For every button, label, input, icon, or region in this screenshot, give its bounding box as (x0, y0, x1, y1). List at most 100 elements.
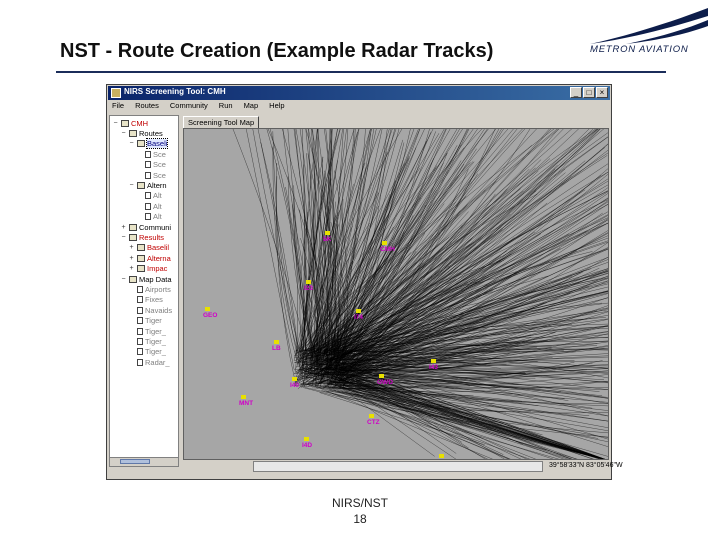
logo-wordmark: METRON AVIATION (590, 44, 689, 55)
airport-label[interactable]: I4D (302, 442, 312, 449)
airport-marker-icon (369, 414, 374, 418)
tree-item[interactable]: Alt (136, 212, 162, 222)
document-icon (145, 171, 151, 179)
tree-item[interactable]: Sce (136, 149, 166, 159)
airport-label[interactable]: I43 (429, 364, 438, 371)
tree-item[interactable]: + Baselil (128, 243, 169, 253)
tree-expander-icon[interactable]: − (120, 130, 127, 137)
menu-community[interactable]: Community (170, 101, 208, 113)
tree-expander-icon[interactable]: − (128, 182, 135, 189)
tree-item[interactable]: + Alterna (128, 253, 170, 263)
airport-marker-icon (431, 359, 436, 363)
airport-marker-icon (439, 454, 444, 458)
tree-item[interactable]: Fixes (128, 295, 163, 305)
airport-label[interactable]: 5K (323, 236, 331, 243)
folder-icon (137, 244, 145, 252)
tree-item-label: Tiger_ (145, 336, 166, 346)
tree-expander-icon[interactable]: + (128, 265, 135, 272)
airport-label[interactable]: OWD (377, 379, 393, 386)
airport-marker-icon (304, 437, 309, 441)
window-titlebar[interactable]: NIRS Screening Tool: CMH _ □ × (108, 86, 610, 100)
tree-item-label: CMH (131, 118, 149, 128)
tree-item[interactable]: Tiger_ (128, 326, 166, 336)
radar-tracks-layer (232, 129, 608, 459)
title-divider (56, 71, 666, 73)
folder-icon (129, 223, 137, 231)
airport-label[interactable]: I23 (304, 285, 313, 292)
airport-label[interactable]: CMH (380, 246, 395, 253)
document-icon (145, 150, 151, 158)
tree-item-label: Tiger_ (145, 347, 166, 357)
airport-label[interactable]: MNT (239, 400, 253, 407)
tree-expander-icon[interactable]: − (120, 276, 127, 283)
tree-item[interactable]: − Map Data (120, 274, 172, 284)
tree-item[interactable]: − Routes (120, 128, 162, 138)
document-icon (137, 337, 143, 345)
app-window: NIRS Screening Tool: CMH _ □ × File Rout… (106, 84, 623, 480)
tree-item[interactable]: Tiger (128, 316, 162, 326)
tree-expander-icon[interactable]: − (112, 120, 119, 127)
airport-label[interactable]: I40 (290, 382, 299, 389)
document-icon (145, 202, 151, 210)
project-tree: − CMH − Routes − Baseli Sce Sce Sce − Altern Alt Alt… (109, 115, 179, 467)
tree-item[interactable]: + Impac (128, 264, 167, 274)
tree-item[interactable]: Sce (136, 160, 166, 170)
tree-item[interactable]: + Communi (120, 222, 171, 232)
tree-item-label: Baselil (147, 243, 170, 253)
airport-marker-icon (306, 280, 311, 284)
tree-expander-icon[interactable]: + (120, 224, 127, 231)
tree-item-label: Sce (153, 160, 166, 170)
tree-item[interactable]: − Results (120, 232, 164, 242)
menu-run[interactable]: Run (219, 101, 233, 113)
radar-track-map[interactable]: 5KCMHI23GEOI74LBI43I40OWDMNTCTZI4DCMHLHQ… (183, 128, 609, 460)
tree-item[interactable]: − CMH (112, 118, 148, 128)
tree-item-label: Alt (153, 212, 162, 222)
window-controls: _ □ × (570, 87, 608, 98)
slide-title: NST - Route Creation (Example Radar Trac… (60, 40, 494, 62)
menu-help[interactable]: Help (269, 101, 284, 113)
tree-item[interactable]: − Altern (128, 180, 166, 190)
airport-label[interactable]: GEO (203, 312, 217, 319)
window-title: NIRS Screening Tool: CMH (124, 87, 226, 96)
close-button[interactable]: × (596, 87, 608, 98)
document-icon (137, 317, 143, 325)
footer-label: NIRS/NST (331, 496, 388, 510)
tree-item[interactable]: Alt (136, 191, 162, 201)
document-icon (145, 213, 151, 221)
airport-marker-icon (356, 309, 361, 313)
menu-map[interactable]: Map (244, 101, 259, 113)
airport-marker-icon (205, 307, 210, 311)
tree-item-label: Fixes (145, 295, 163, 305)
airport-label[interactable]: I74 (354, 314, 363, 321)
airport-label[interactable]: LB (272, 345, 281, 352)
tree-item-label: Radar_ (145, 357, 170, 367)
tree-item-label: Map Data (139, 274, 172, 284)
tree-item[interactable]: Radar_ (128, 357, 170, 367)
airport-label[interactable]: I42 (437, 459, 446, 460)
scrollbar-thumb[interactable] (120, 459, 150, 464)
tree-item-label: Navaids (145, 305, 173, 315)
tree-expander-icon[interactable]: − (128, 140, 135, 147)
tree-item[interactable]: Tiger_ (128, 347, 166, 357)
tab-screening-tool-map[interactable]: Screening Tool Map (183, 116, 259, 128)
menu-routes[interactable]: Routes (135, 101, 159, 113)
status-progress-field (253, 461, 543, 472)
logo-swoosh-icon (590, 8, 708, 44)
tree-item[interactable]: − Baseli (128, 138, 169, 150)
folder-icon (137, 265, 145, 273)
tree-item[interactable]: Tiger_ (128, 336, 166, 346)
airport-label[interactable]: CTZ (367, 419, 380, 426)
tree-item[interactable]: Navaids (128, 305, 172, 315)
tree-item[interactable]: Airports (128, 284, 171, 294)
tree-expander-icon[interactable]: − (120, 234, 127, 241)
tree-item-label: Communi (139, 222, 172, 232)
tree-expander-icon[interactable]: + (128, 244, 135, 251)
tree-item[interactable]: Alt (136, 201, 162, 211)
folder-icon (129, 233, 137, 241)
tree-item[interactable]: Sce (136, 170, 166, 180)
maximize-button[interactable]: □ (583, 87, 595, 98)
minimize-button[interactable]: _ (570, 87, 582, 98)
tree-expander-icon[interactable]: + (128, 255, 135, 262)
tree-horizontal-scrollbar[interactable] (110, 457, 178, 466)
menu-file[interactable]: File (112, 101, 124, 113)
